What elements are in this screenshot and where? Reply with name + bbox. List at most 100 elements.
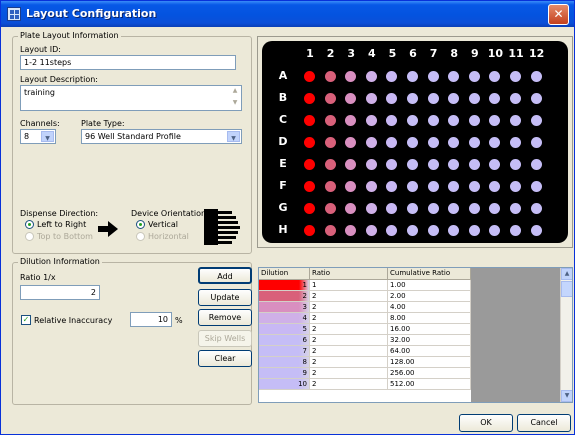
plate-well[interactable] (427, 159, 439, 170)
plate-well[interactable] (386, 225, 398, 236)
skip-wells-button[interactable]: Skip Wells (198, 330, 252, 347)
plate-well[interactable] (304, 93, 315, 104)
table-cell-ratio[interactable]: 2 (310, 335, 388, 346)
plate-well[interactable] (510, 115, 521, 126)
table-cell-ratio[interactable]: 2 (310, 291, 388, 302)
plate-well[interactable] (530, 181, 542, 192)
plate-well[interactable] (365, 71, 377, 82)
plate-well[interactable] (407, 181, 418, 192)
table-header-dilution[interactable]: Dilution (259, 268, 310, 280)
scroll-up-icon[interactable]: ▲ (561, 268, 572, 280)
table-cell-dilution[interactable]: 6 (259, 335, 310, 346)
plate-well[interactable] (386, 137, 398, 148)
table-cell-dilution[interactable]: 9 (259, 368, 310, 379)
plate-well[interactable] (427, 225, 439, 236)
plate-well[interactable] (386, 115, 398, 126)
table-cell-cumulative-ratio[interactable]: 512.00 (388, 379, 471, 390)
ok-button[interactable]: OK (459, 414, 513, 432)
plate-well[interactable] (448, 225, 460, 236)
plate-well[interactable] (489, 93, 501, 104)
plate-well[interactable] (510, 159, 521, 170)
plate-well[interactable] (427, 203, 439, 214)
remove-button[interactable]: Remove (198, 309, 252, 326)
relative-inaccuracy-checkbox[interactable]: ✓ (21, 315, 31, 325)
table-cell-cumulative-ratio[interactable]: 16.00 (388, 324, 471, 335)
plate-well[interactable] (530, 93, 542, 104)
plate-well[interactable] (530, 137, 542, 148)
plate-well[interactable] (489, 225, 501, 236)
dispense-left-to-right-radio[interactable] (25, 220, 34, 229)
plate-well[interactable] (448, 71, 460, 82)
relative-inaccuracy-field[interactable]: 10 (130, 312, 172, 327)
plate-well[interactable] (407, 225, 418, 236)
plate-well[interactable] (386, 203, 398, 214)
plate-well[interactable] (386, 181, 398, 192)
layout-description-field[interactable]: training ▲ ▼ (20, 85, 242, 111)
plate-well[interactable] (345, 203, 357, 214)
plate-well[interactable] (365, 115, 377, 126)
plate-well[interactable] (468, 71, 480, 82)
table-cell-dilution[interactable]: 4 (259, 313, 310, 324)
chevron-down-icon[interactable]: ▼ (227, 131, 240, 142)
description-scroll-up-icon[interactable]: ▲ (230, 87, 240, 97)
plate-well[interactable] (448, 137, 460, 148)
plate-well[interactable] (345, 115, 357, 126)
plate-well[interactable] (489, 181, 501, 192)
scrollbar-thumb[interactable] (561, 281, 572, 297)
plate-well[interactable] (489, 71, 501, 82)
orientation-vertical-label[interactable]: Vertical (148, 220, 178, 229)
plate-well[interactable] (530, 203, 542, 214)
plate-well[interactable] (427, 71, 439, 82)
plate-well[interactable] (489, 115, 501, 126)
plate-well[interactable] (324, 93, 336, 104)
plate-well[interactable] (407, 71, 418, 82)
plate-well[interactable] (448, 93, 460, 104)
title-bar[interactable]: Layout Configuration ✕ (1, 1, 574, 27)
chevron-down-icon[interactable]: ▼ (41, 131, 54, 142)
description-scroll-down-icon[interactable]: ▼ (230, 99, 240, 109)
table-cell-ratio[interactable]: 2 (310, 379, 388, 390)
plate-well[interactable] (427, 181, 439, 192)
plate-well[interactable] (324, 71, 336, 82)
plate-well[interactable] (365, 159, 377, 170)
table-cell-ratio[interactable]: 2 (310, 313, 388, 324)
plate-well[interactable] (427, 137, 439, 148)
plate-well[interactable] (324, 137, 336, 148)
plate-well[interactable] (468, 93, 480, 104)
plate-well[interactable] (530, 159, 542, 170)
ratio-field[interactable]: 2 (20, 285, 100, 300)
plate-well[interactable] (365, 93, 377, 104)
plate-well[interactable] (427, 115, 439, 126)
add-button[interactable]: Add (198, 267, 252, 284)
plate-well[interactable] (345, 225, 357, 236)
table-cell-ratio[interactable]: 2 (310, 346, 388, 357)
table-header-cumulative-ratio[interactable]: Cumulative Ratio (388, 268, 471, 280)
table-cell-dilution[interactable]: 10 (259, 379, 310, 390)
plate-well[interactable] (304, 137, 315, 148)
table-cell-dilution[interactable]: 1 (259, 280, 310, 291)
plate-well[interactable] (365, 203, 377, 214)
plate-well[interactable] (468, 159, 480, 170)
plate-well[interactable] (448, 115, 460, 126)
plate-well[interactable] (324, 181, 336, 192)
plate-well[interactable] (304, 115, 315, 126)
plate-well[interactable] (407, 115, 418, 126)
table-cell-ratio[interactable]: 2 (310, 302, 388, 313)
plate-well[interactable] (427, 93, 439, 104)
plate-well[interactable] (489, 159, 501, 170)
plate-well[interactable] (304, 71, 315, 82)
clear-button[interactable]: Clear (198, 350, 252, 367)
table-cell-ratio[interactable]: 2 (310, 368, 388, 379)
dispense-left-to-right-label[interactable]: Left to Right (37, 220, 86, 229)
table-cell-cumulative-ratio[interactable]: 256.00 (388, 368, 471, 379)
plate-well[interactable] (489, 137, 501, 148)
plate-well[interactable] (345, 159, 357, 170)
plate-well[interactable] (468, 137, 480, 148)
plate-well[interactable] (510, 137, 521, 148)
table-cell-ratio[interactable]: 2 (310, 357, 388, 368)
table-cell-dilution[interactable]: 8 (259, 357, 310, 368)
plate-well[interactable] (407, 159, 418, 170)
plate-well[interactable] (345, 181, 357, 192)
plate-well[interactable] (510, 181, 521, 192)
plate-well[interactable] (468, 115, 480, 126)
